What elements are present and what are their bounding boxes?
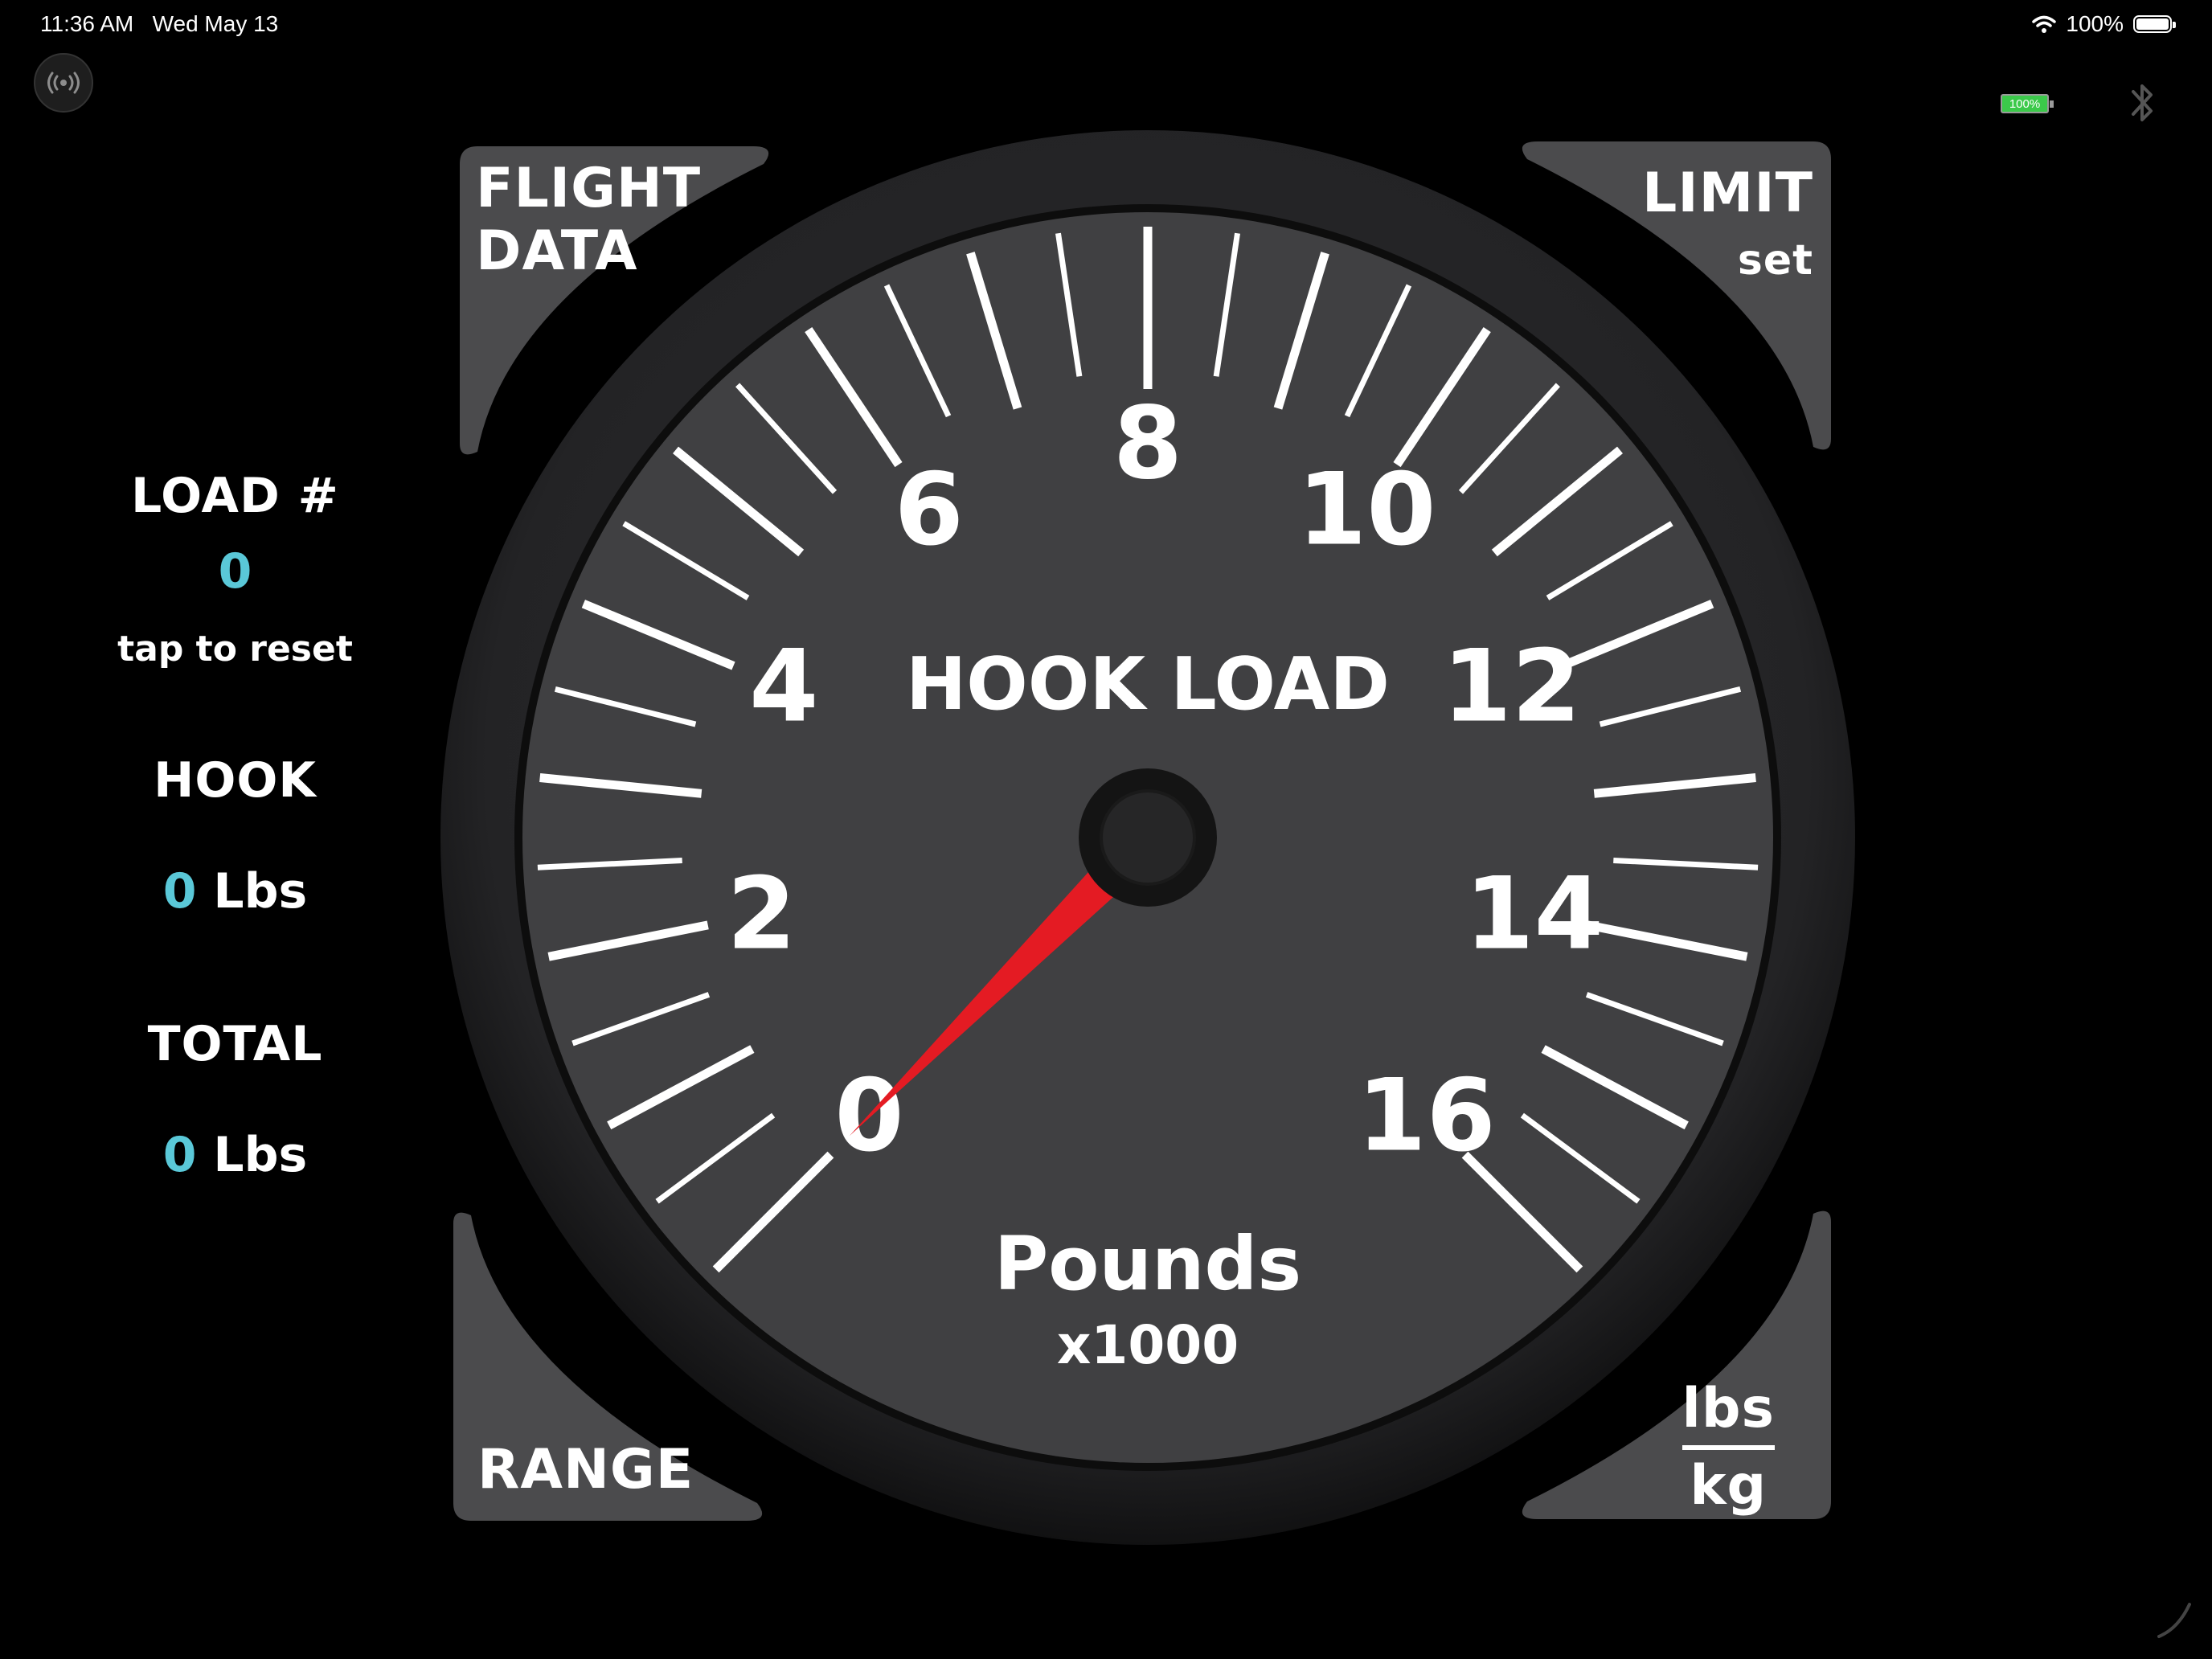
scale-label: 2 — [727, 857, 796, 973]
scale-label: 16 — [1357, 1058, 1496, 1174]
scale-label: 8 — [1113, 386, 1182, 502]
scale-label: 12 — [1442, 629, 1581, 744]
scale-label: 4 — [749, 629, 818, 744]
gauge-title: HOOK LOAD — [906, 642, 1390, 727]
gauge-multiplier: x1000 — [1057, 1314, 1239, 1376]
hook-load-gauge: 0246810121416 HOOK LOAD Pounds x1000 — [440, 130, 1855, 1545]
scale-label: 14 — [1464, 857, 1604, 973]
gauge-unit-label: Pounds — [994, 1221, 1301, 1307]
scale-label: 6 — [895, 453, 964, 568]
corner-resize-icon — [2157, 1603, 2191, 1638]
needle-hub-cap — [1100, 789, 1196, 886]
scale-label: 10 — [1297, 453, 1436, 568]
